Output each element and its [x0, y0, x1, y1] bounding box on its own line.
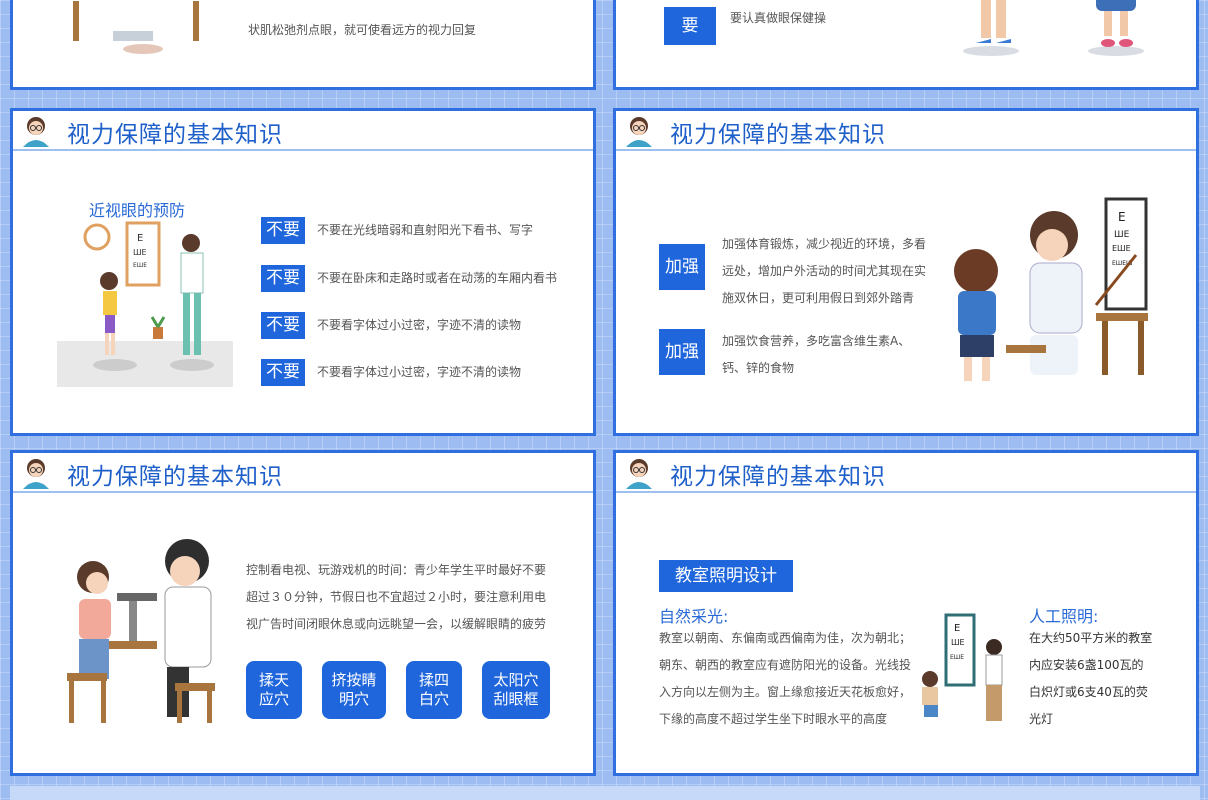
svg-text:EШE: EШE: [950, 654, 964, 661]
subtitle-myopia: 近视眼的预防: [89, 201, 186, 220]
slide-strengthen: 视力保障的基本知识 加强 加强体育锻炼，减少视近的环境，多看远处，增加户外活动的…: [613, 108, 1199, 436]
natural-light-heading: 自然采光:: [659, 607, 729, 626]
slide-title: 视力保障的基本知识: [67, 464, 283, 490]
tag-dont: 不要: [261, 265, 305, 292]
slide-title: 视力保障的基本知识: [670, 122, 886, 148]
eye-exam-illustration: [67, 539, 215, 723]
tag-strengthen: 加强: [659, 244, 705, 290]
eye-exam-illustration: [73, 1, 199, 54]
people-illustration: [963, 0, 1144, 56]
doctor-mascot-icon: [626, 459, 652, 489]
eye-chart-small-illustration: EШEEШE: [922, 613, 1003, 721]
doctor-child-illustration: EШE EШEEШEШ: [954, 197, 1148, 381]
screen-time-text: 控制看电视、玩游戏机的时间：青少年学生平时最好不要超过３０分钟，节假日也不宜超过…: [246, 563, 547, 631]
slide-top-left: 状肌松弛剂点眼，就可使看远方的视力回复: [10, 0, 596, 90]
doctor-mascot-icon: [23, 459, 49, 489]
svg-text:EШE: EШE: [133, 262, 147, 269]
massage-button-3[interactable]: 揉四白穴: [406, 661, 462, 719]
strengthen-text-2: 加强饮食营养，多吃富含维生素A、钙、锌的食物: [722, 334, 911, 375]
svg-text:ШE: ШE: [1114, 230, 1130, 240]
bottom-strip: [10, 786, 1200, 800]
artificial-light-text: 在大约50平方米的教室内应安装6盏100瓦的白炽灯或6支40瓦的荧光灯: [1029, 631, 1153, 726]
slide-title: 视力保障的基本知识: [67, 122, 283, 148]
massage-button-4[interactable]: 太阳穴刮眼框: [482, 661, 550, 719]
dont-item-text: 不要在光线暗弱和直射阳光下看书、写字: [317, 223, 534, 237]
slide-top-right: 要 要认真做眼保健操: [613, 0, 1199, 90]
slide-header: 视力保障的基本知识: [616, 111, 1196, 151]
slide-title: 视力保障的基本知识: [670, 464, 886, 490]
top-right-text: 要认真做眼保健操: [730, 11, 827, 25]
dont-item-text: 不要看字体过小过密，字迹不清的读物: [317, 365, 522, 379]
svg-text:E: E: [137, 233, 143, 244]
tag-dont: 不要: [261, 217, 305, 244]
tag-dont: 不要: [261, 312, 305, 339]
doctor-mascot-icon: [626, 117, 652, 147]
svg-text:E: E: [954, 623, 960, 634]
svg-text:EШE: EШE: [1112, 244, 1131, 253]
tag-strengthen: 加强: [659, 329, 705, 375]
tag-lighting-design: 教室照明设计: [659, 560, 793, 592]
svg-text:ШE: ШE: [951, 638, 965, 647]
natural-light-text: 教室以朝南、东偏南或西偏南为佳，次为朝北；朝东、朝西的教室应有遮防阳光的设备。光…: [659, 631, 912, 726]
eye-chart-illustration: EШEEШE: [57, 221, 233, 387]
strengthen-text-1: 加强体育锻炼，减少视近的环境，多看远处，增加户外活动的时间尤其现在实施双休日，更…: [722, 237, 927, 305]
slide-header: 视力保障的基本知识: [616, 453, 1196, 493]
massage-button-2[interactable]: 挤按睛明穴: [322, 661, 386, 719]
svg-text:ШE: ШE: [133, 248, 147, 257]
dont-item-text: 不要看字体过小过密，字迹不清的读物: [317, 318, 522, 332]
svg-text:E: E: [1118, 210, 1126, 224]
top-left-text: 状肌松弛剂点眼，就可使看远方的视力回复: [248, 23, 477, 37]
slide-screen-time: 视力保障的基本知识 控制看电视、玩游戏机的时间：青少年学生平时最好不要超过３０分…: [10, 450, 596, 776]
slide-header: 视力保障的基本知识: [13, 111, 593, 151]
tag-yao: 要: [664, 7, 716, 45]
tag-dont: 不要: [261, 359, 305, 386]
slide-myopia-prevention: 视力保障的基本知识 近视眼的预防 E ШE EШE 不要 不要在光线暗弱和直射阳光下…: [10, 108, 596, 436]
slide-header: 视力保障的基本知识: [13, 453, 593, 493]
slide-classroom-lighting: 视力保障的基本知识 教室照明设计 自然采光: 教室以朝南、东偏南或西偏南为佳，次…: [613, 450, 1199, 776]
massage-button-1[interactable]: 揉天应穴: [246, 661, 302, 719]
artificial-light-heading: 人工照明:: [1029, 607, 1099, 626]
dont-item-text: 不要在卧床和走路时或者在动荡的车厢内看书: [317, 271, 558, 285]
doctor-mascot-icon: [23, 117, 49, 147]
